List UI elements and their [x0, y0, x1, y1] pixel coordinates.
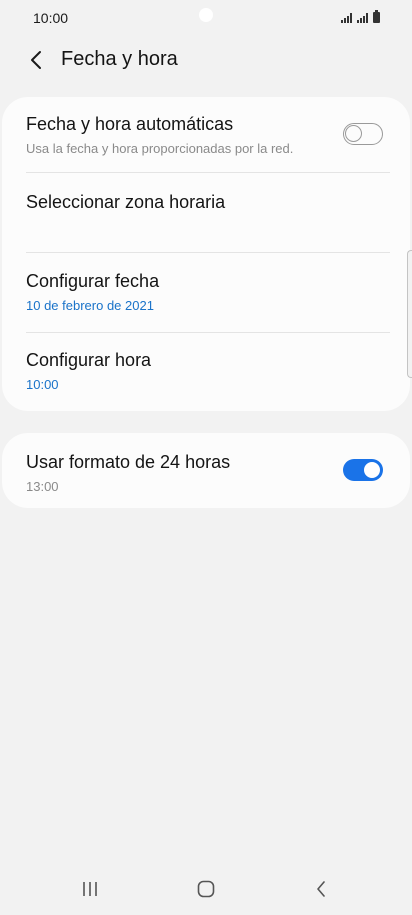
back-icon	[317, 881, 325, 897]
set-date-title: Configurar fecha	[26, 271, 160, 291]
home-icon	[197, 880, 215, 898]
battery-icon	[373, 10, 380, 23]
format-24h-title: Usar formato de 24 horas	[26, 452, 231, 472]
auto-datetime-row[interactable]: Fecha y hora automáticas Usa la fecha y …	[2, 97, 410, 175]
back-arrow-icon	[31, 51, 41, 69]
toggle-knob	[345, 125, 362, 142]
status-icons	[341, 10, 380, 23]
navigation-bar	[0, 860, 412, 915]
status-time: 10:00	[33, 10, 69, 26]
auto-datetime-title: Fecha y hora automáticas	[26, 114, 234, 134]
signal-icon	[357, 13, 368, 23]
signal-icon	[341, 13, 352, 23]
scroll-indicator[interactable]	[407, 250, 412, 378]
recents-icon	[83, 882, 97, 896]
auto-datetime-subtitle: Usa la fecha y hora proporcionadas por l…	[26, 141, 294, 156]
set-date-value: 10 de febrero de 2021	[26, 298, 154, 313]
set-time-title: Configurar hora	[26, 350, 152, 370]
back-button[interactable]	[22, 46, 50, 74]
recents-button[interactable]	[70, 874, 110, 904]
page-title: Fecha y hora	[61, 48, 178, 70]
settings-card-datetime: Fecha y hora automáticas Usa la fecha y …	[2, 97, 410, 411]
set-time-value: 10:00	[26, 377, 59, 392]
format-24h-subtitle: 13:00	[26, 479, 59, 494]
settings-card-format: Usar formato de 24 horas 13:00	[2, 433, 410, 508]
set-time-row[interactable]: Configurar hora 10:00	[2, 333, 410, 411]
format-24h-toggle[interactable]	[343, 459, 383, 481]
screen: 10:00 Fecha y hora Fecha y hora automáti…	[0, 0, 412, 915]
header: Fecha y hora	[0, 38, 412, 82]
home-button[interactable]	[186, 874, 226, 904]
toggle-knob	[362, 460, 382, 480]
camera-cutout	[199, 8, 213, 22]
status-bar: 10:00	[0, 0, 412, 36]
set-date-row[interactable]: Configurar fecha 10 de febrero de 2021	[2, 253, 410, 332]
format-24h-row[interactable]: Usar formato de 24 horas 13:00	[2, 433, 410, 508]
back-nav-button[interactable]	[301, 874, 341, 904]
auto-datetime-toggle[interactable]	[343, 123, 383, 145]
select-timezone-title: Seleccionar zona horaria	[26, 192, 226, 212]
select-timezone-row[interactable]: Seleccionar zona horaria	[2, 173, 410, 252]
